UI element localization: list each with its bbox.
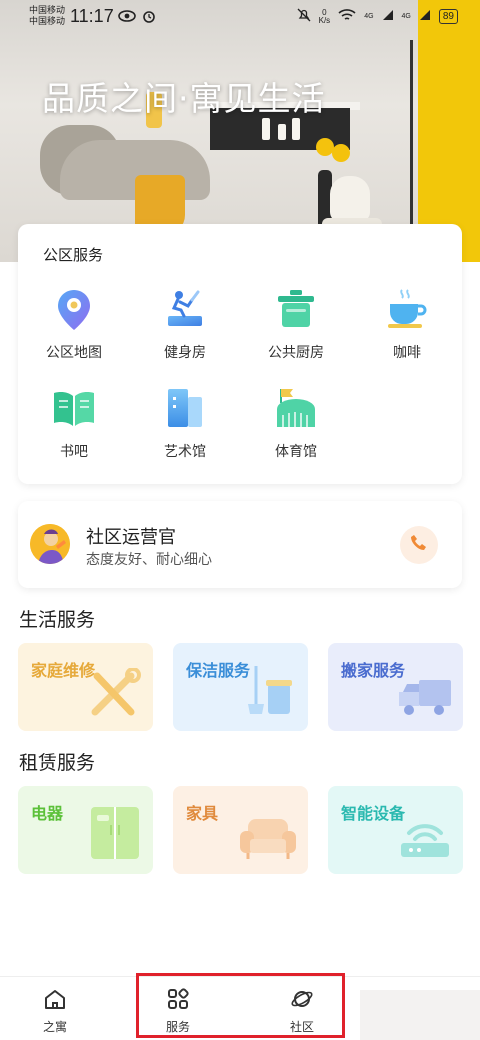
router-icon: [397, 811, 453, 866]
service-item-label: 健身房: [164, 344, 206, 360]
status-bar: 中国移动 中国移动 11:17 0 K/s 4G 4G 89: [0, 0, 480, 34]
service-item-label: 公共厨房: [268, 344, 324, 360]
phone-icon: [409, 533, 429, 558]
service-item-map[interactable]: 公区地图: [24, 286, 124, 362]
corner-patch: [360, 990, 480, 1040]
tile-moving[interactable]: 搬家服务: [328, 643, 463, 731]
carrier-1: 中国移动: [29, 5, 66, 15]
tile-label: 家庭维修: [31, 663, 96, 680]
open-book-icon: [51, 385, 97, 431]
operator-avatar: [30, 524, 70, 564]
operator-subtitle: 态度友好、耐心细心: [86, 551, 212, 567]
service-item-book-bar[interactable]: 书吧: [24, 385, 124, 461]
truck-icon: [397, 678, 453, 723]
public-services-title: 公区服务: [43, 247, 104, 264]
service-item-art-gallery[interactable]: 艺术馆: [135, 385, 235, 461]
operator-name: 社区运营官: [86, 527, 176, 547]
alarm-icon: [142, 9, 156, 26]
tile-label: 电器: [31, 806, 64, 823]
status-right-icons: 0 K/s 4G 4G 89: [297, 8, 458, 25]
hero-candle: [278, 124, 286, 140]
cooking-pot-icon: [273, 286, 319, 332]
signal-1-label: 4G: [364, 13, 374, 20]
hero-flower: [332, 144, 350, 162]
net-speed: 0 K/s: [318, 8, 331, 25]
net-speed-unit: K/s: [318, 15, 331, 25]
hero-candle: [292, 118, 300, 140]
sofa-icon: [238, 813, 298, 866]
refrigerator-icon: [87, 805, 143, 866]
tile-appliances[interactable]: 电器: [18, 786, 153, 874]
service-item-label: 书吧: [60, 443, 88, 459]
public-services-card: 公区服务 公区地图 健身房 公共厨房 咖啡 书吧 艺术馆 体育馆: [18, 224, 462, 484]
mop-bucket-icon: [242, 664, 298, 723]
nav-label: 社区: [289, 1020, 314, 1034]
map-pin-icon: [51, 286, 97, 332]
gallery-building-icon: [162, 385, 208, 431]
hero-yellow-wall: [418, 0, 480, 262]
treadmill-icon: [162, 286, 208, 332]
nav-tab-community[interactable]: 社区: [272, 987, 332, 1035]
home-icon: [43, 990, 67, 1015]
tile-label: 智能设备: [341, 806, 406, 823]
life-services-title: 生活服务: [19, 610, 96, 631]
planet-icon: [290, 991, 314, 1015]
grid-icon: [166, 988, 190, 1015]
hero-candle: [262, 118, 270, 140]
signal-2-icon: [419, 9, 431, 24]
nav-label: 之寓: [42, 1020, 67, 1034]
hero-title: 品质之间·寓见生活: [42, 79, 326, 118]
coffee-cup-icon: [384, 286, 430, 332]
eye-icon: [118, 9, 136, 26]
status-left-icons: [118, 9, 156, 26]
battery-indicator: 89: [438, 9, 458, 24]
signal-2-label: 4G: [401, 13, 411, 20]
tile-furniture[interactable]: 家具: [173, 786, 308, 874]
service-item-label: 体育馆: [275, 443, 317, 459]
clock: 11:17: [70, 6, 114, 26]
nav-tab-home[interactable]: 之寓: [25, 987, 85, 1035]
tile-home-repair[interactable]: 家庭维修: [18, 643, 153, 731]
wrench-screwdriver-icon: [87, 667, 143, 723]
nav-tab-services[interactable]: 服务: [148, 987, 208, 1035]
hero-banner: 品质之间·寓见生活: [0, 0, 480, 262]
nav-label: 服务: [165, 1020, 190, 1034]
tile-cleaning[interactable]: 保洁服务: [173, 643, 308, 731]
tile-label: 保洁服务: [186, 663, 251, 680]
service-item-label: 艺术馆: [164, 443, 206, 459]
stadium-icon: [273, 385, 319, 431]
call-operator-button[interactable]: [400, 526, 438, 564]
service-item-kitchen[interactable]: 公共厨房: [246, 286, 346, 362]
carrier-2: 中国移动: [29, 16, 66, 26]
service-item-gym[interactable]: 健身房: [135, 286, 235, 362]
service-item-label: 公区地图: [46, 344, 102, 360]
carrier-labels: 中国移动 中国移动: [29, 5, 65, 27]
hero-bust: [330, 176, 370, 222]
tile-label: 搬家服务: [341, 663, 406, 680]
rental-services-title: 租赁服务: [19, 753, 96, 774]
signal-1-icon: [382, 9, 394, 24]
service-item-coffee[interactable]: 咖啡: [357, 286, 457, 362]
service-item-label: 咖啡: [393, 344, 421, 360]
service-item-stadium[interactable]: 体育馆: [246, 385, 346, 461]
mute-icon: [297, 8, 311, 25]
community-operator-card[interactable]: 社区运营官 态度友好、耐心细心: [18, 501, 462, 588]
tile-label: 家具: [186, 806, 219, 823]
wifi-icon: [338, 8, 356, 25]
tile-smart-devices[interactable]: 智能设备: [328, 786, 463, 874]
